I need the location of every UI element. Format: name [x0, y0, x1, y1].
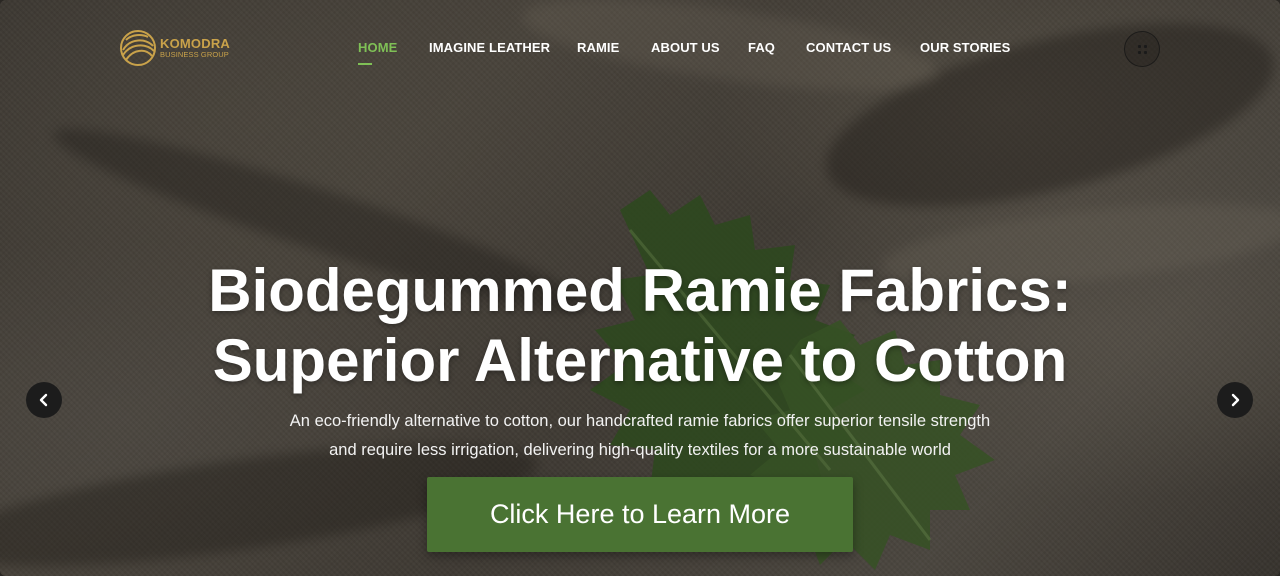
learn-more-button[interactable]: Click Here to Learn More	[427, 477, 853, 552]
slider-next-button[interactable]	[1217, 382, 1253, 418]
hero-title: Biodegummed Ramie Fabrics: Superior Alte…	[0, 256, 1280, 396]
nav-item-home[interactable]: HOME	[358, 40, 397, 55]
slider-prev-button[interactable]	[26, 382, 62, 418]
nav-item-contact-us[interactable]: CONTACT US	[806, 40, 891, 55]
nav-item-our-stories[interactable]: OUR STORIES	[920, 40, 1010, 55]
hero-title-line-2: Superior Alternative to Cotton	[212, 327, 1068, 394]
hero-subtitle-line-2: and require less irrigation, delivering …	[329, 441, 951, 459]
hero-subtitle: An eco-friendly alternative to cotton, o…	[0, 407, 1280, 465]
nav-item-faq[interactable]: FAQ	[748, 40, 775, 55]
grid-dots-icon	[1137, 44, 1147, 54]
chevron-left-icon	[39, 393, 48, 407]
nav-item-ramie[interactable]: RAMIE	[577, 40, 619, 55]
menu-toggle-button[interactable]	[1124, 31, 1160, 67]
nav-item-imagine-leather[interactable]: IMAGINE LEATHER	[429, 40, 550, 55]
hero-subtitle-line-1: An eco-friendly alternative to cotton, o…	[289, 412, 991, 430]
chevron-right-icon	[1231, 393, 1240, 407]
main-navigation: HOME IMAGINE LEATHER RAMIE ABOUT US FAQ …	[0, 40, 1280, 60]
nav-item-about-us[interactable]: ABOUT US	[651, 40, 720, 55]
hero-title-line-1: Biodegummed Ramie Fabrics:	[208, 257, 1072, 324]
active-nav-indicator	[358, 63, 372, 65]
